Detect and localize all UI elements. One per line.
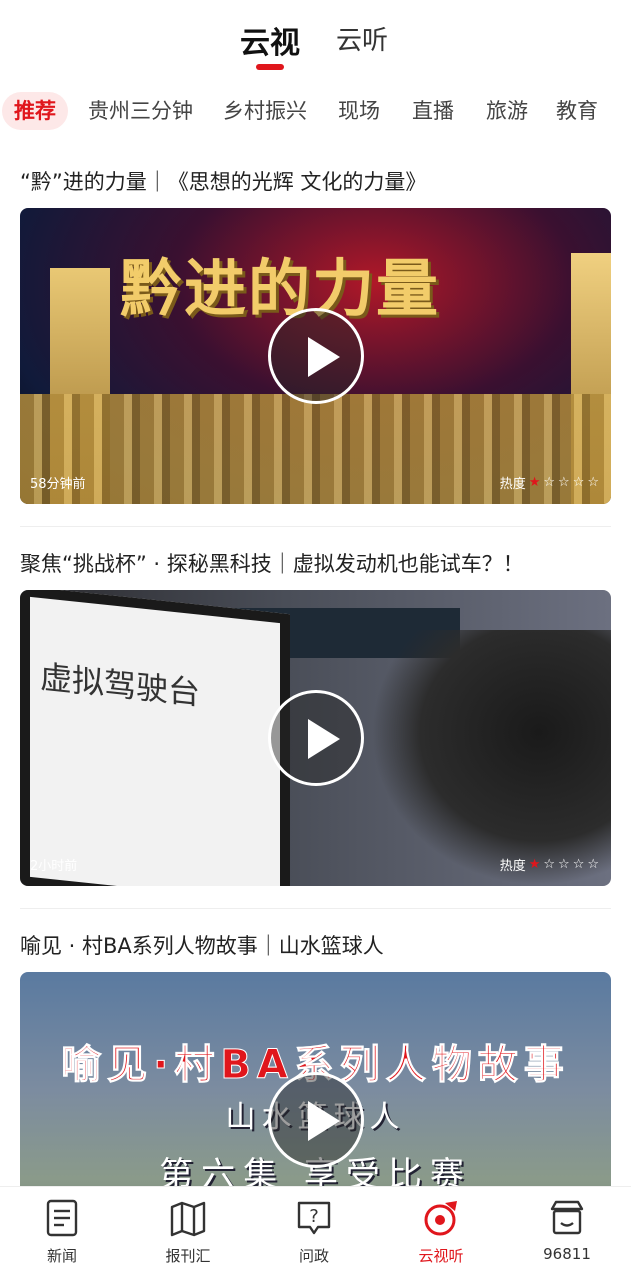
divider [20,908,611,909]
star-empty-icon: ☆ [572,857,585,872]
feed-title[interactable]: 喻见 · 村BA系列人物故事｜山水篮球人 [20,930,615,960]
bottom-nav: 新闻 报刊汇 ? 问政 云视听 96811 [0,1186,631,1280]
category-recommend[interactable]: 推荐 [2,92,68,130]
feed-title[interactable]: 聚焦“挑战杯” · 探秘黑科技｜虚拟发动机也能试车？！ [20,548,615,578]
media-disc-icon [424,1201,457,1236]
category-on-site[interactable]: 现场 [338,92,380,130]
feed-title[interactable]: “黔”进的力量｜《思想的光辉 文化的力量》 [20,166,615,196]
star-empty-icon: ☆ [543,857,556,872]
category-travel[interactable]: 旅游 [486,92,528,130]
video-thumbnail[interactable]: 虚拟驾驶台 2小时前 热度 ★ ☆ ☆ ☆ ☆ [20,590,611,886]
nav-news[interactable]: 新闻 [12,1199,112,1266]
video-thumbnail[interactable]: 黔进的力量 58分钟前 热度 ★ ☆ ☆ ☆ ☆ [20,208,611,504]
nav-96811[interactable]: 96811 [517,1199,617,1263]
category-education[interactable]: 教育 [556,92,598,130]
nav-label: 云视听 [418,1247,464,1265]
nav-label: 96811 [543,1245,591,1263]
divider [20,526,611,527]
star-empty-icon: ☆ [587,475,599,490]
nav-label: 问政 [298,1247,329,1265]
category-bar: 推荐 贵州三分钟 乡村振兴 现场 直播 旅游 教育 [0,88,631,134]
tab-yunshi[interactable]: 云视 [240,18,300,62]
star-empty-icon: ☆ [572,475,585,490]
star-empty-icon: ☆ [558,475,570,490]
publish-time: 58分钟前 [30,477,86,492]
star-filled-icon: ★ [528,475,541,490]
star-empty-icon: ☆ [587,857,599,872]
nav-label: 新闻 [46,1247,77,1265]
top-tabs: 云视 云听 [0,0,631,80]
publish-time: 2小时前 [30,859,78,874]
nav-newspaper[interactable]: 报刊汇 [138,1199,238,1266]
heat-label: 热度 [499,859,526,874]
play-icon[interactable] [267,308,364,404]
nav-inquiry[interactable]: ? 问政 [264,1199,364,1266]
play-icon[interactable] [267,690,364,786]
heat-rating: 热度 ★ ☆ ☆ ☆ ☆ [500,473,599,492]
active-tab-indicator [256,64,284,70]
thumbnail-art [371,630,611,886]
heat-label: 热度 [499,477,526,492]
thumbnail-art [20,590,290,886]
map-book-icon [170,1201,206,1237]
nav-yunshiting[interactable]: 云视听 [391,1199,491,1266]
star-filled-icon: ★ [528,857,541,872]
category-live[interactable]: 直播 [412,92,454,130]
star-empty-icon: ☆ [558,857,570,872]
category-guizhou-3min[interactable]: 贵州三分钟 [88,92,193,130]
heat-rating: 热度 ★ ☆ ☆ ☆ ☆ [500,855,599,874]
star-empty-icon: ☆ [543,475,556,490]
store-icon [550,1200,584,1235]
tab-yunting[interactable]: 云听 [336,20,388,57]
nav-label: 报刊汇 [165,1247,211,1265]
document-icon [46,1199,78,1237]
play-icon[interactable] [267,1072,364,1168]
question-bubble-icon: ? [297,1201,331,1235]
thumbnail-logo: 黔进的力量 [120,252,441,325]
category-rural-revival[interactable]: 乡村振兴 [223,92,307,130]
svg-text:?: ? [309,1206,319,1227]
